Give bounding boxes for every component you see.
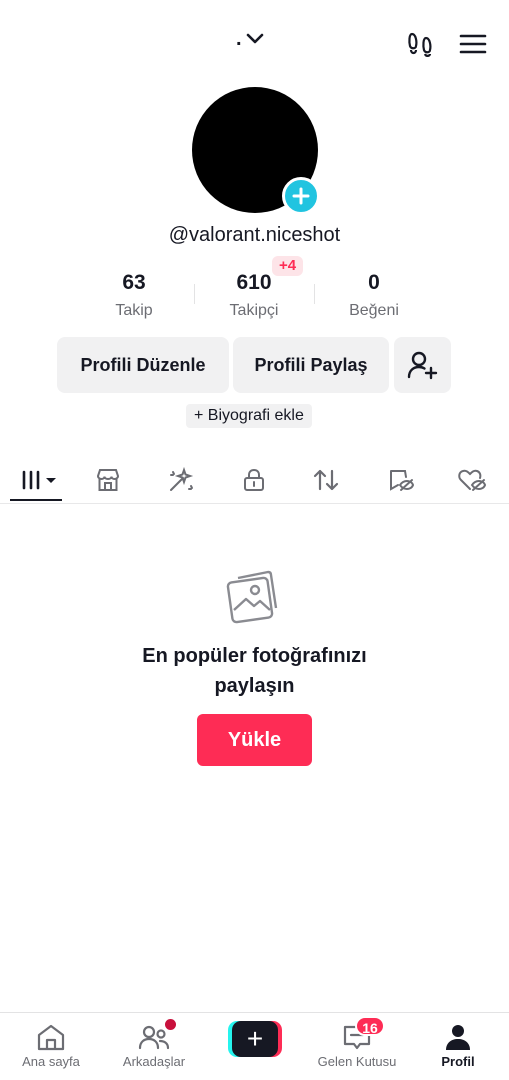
active-tab-indicator	[10, 499, 62, 501]
username: @valorant.niceshot	[168, 224, 341, 246]
bottom-nav: Ana sayfa Arkadaşlar + 16 Gelen Kutusu P…	[0, 1012, 509, 1080]
top-bar: .	[0, 0, 509, 90]
nav-profile[interactable]: Profil	[430, 1013, 486, 1080]
chevron-down-icon	[246, 28, 264, 51]
heart-hidden-icon	[458, 469, 487, 491]
grid-icon	[22, 470, 56, 490]
edit-profile-button[interactable]: Profili Düzenle	[57, 337, 229, 393]
stat-value: 63	[122, 271, 146, 294]
nav-label: Profil	[441, 1054, 475, 1069]
photo-icon	[224, 566, 284, 626]
profile-stats: 63 Takip 610 Takipçi 0 Beğeni	[74, 270, 434, 321]
empty-state-line2: paylaşın	[214, 675, 295, 697]
nav-label: Gelen Kutusu	[317, 1054, 397, 1069]
avatar-container[interactable]	[192, 87, 320, 215]
tab-private[interactable]	[236, 462, 272, 498]
home-icon	[35, 1022, 67, 1052]
create-button[interactable]: +	[228, 1021, 282, 1057]
stat-following[interactable]: 63 Takip	[74, 270, 194, 321]
menu-icon[interactable]	[458, 29, 488, 59]
empty-state-title: En popüler fotoğrafınızı paylaşın	[0, 641, 509, 701]
nav-home[interactable]: Ana sayfa	[14, 1013, 88, 1080]
footprints-icon[interactable]	[405, 29, 435, 59]
upload-button[interactable]: Yükle	[197, 714, 312, 766]
nav-inbox[interactable]: 16 Gelen Kutusu	[310, 1013, 404, 1080]
stat-label: Beğeni	[349, 302, 399, 319]
inbox-icon: 16	[341, 1016, 385, 1052]
share-profile-button[interactable]: Profili Paylaş	[233, 337, 389, 393]
tab-effects[interactable]	[163, 462, 199, 498]
tab-favorites[interactable]	[382, 462, 418, 498]
repost-icon	[313, 469, 339, 491]
stat-value: 0	[368, 271, 380, 294]
account-switcher[interactable]: .	[236, 28, 264, 51]
account-name: .	[236, 28, 242, 50]
magic-wand-icon	[170, 466, 194, 491]
content-tabs	[0, 456, 509, 504]
add-friend-button[interactable]	[394, 337, 451, 393]
stat-followers[interactable]: 610 Takipçi	[194, 270, 314, 321]
shop-icon	[96, 469, 120, 491]
nav-friends[interactable]: Arkadaşlar	[112, 1013, 196, 1080]
stat-label: Takip	[115, 302, 153, 319]
add-avatar-button[interactable]	[282, 177, 320, 215]
tab-liked[interactable]	[454, 462, 490, 498]
plus-icon	[292, 187, 310, 205]
add-user-icon	[407, 351, 437, 380]
friends-icon	[138, 1019, 176, 1052]
stat-label: Takipçi	[229, 302, 279, 319]
notification-dot	[165, 1019, 176, 1030]
nav-label: Arkadaşlar	[122, 1054, 186, 1069]
tab-shop[interactable]	[90, 462, 126, 498]
stat-value: 610	[236, 271, 272, 294]
lock-icon	[244, 468, 264, 491]
profile-icon	[442, 1022, 474, 1052]
stat-likes[interactable]: 0 Beğeni	[314, 270, 434, 321]
plus-icon: +	[232, 1021, 278, 1057]
inbox-count-badge: 16	[355, 1016, 385, 1036]
bookmark-hidden-icon	[390, 470, 414, 491]
add-bio-button[interactable]: + Biyografi ekle	[186, 404, 312, 428]
tab-reposts[interactable]	[308, 462, 344, 498]
empty-state-line1: En popüler fotoğrafınızı	[142, 645, 367, 667]
tab-videos[interactable]	[18, 462, 62, 498]
nav-label: Ana sayfa	[22, 1054, 80, 1069]
